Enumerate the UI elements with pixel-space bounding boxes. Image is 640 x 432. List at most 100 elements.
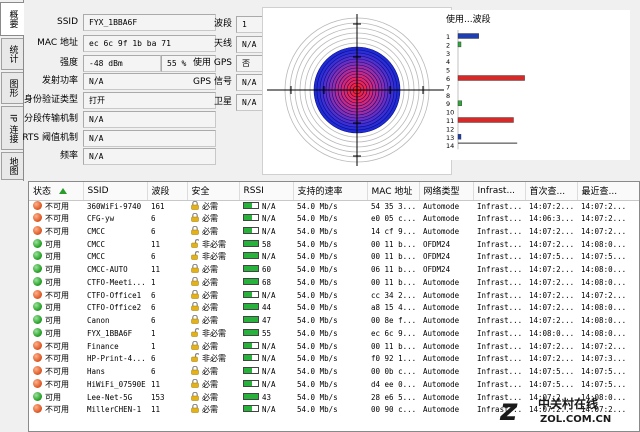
channel-text: 153 [151,392,165,402]
ssid-text: CMCC [87,239,106,249]
last-seen-text: 14:07:2... [581,341,627,351]
table-row[interactable]: 可用 CMCC 11 非必需 58 54.0 Mb/s 00 11 b... OFDM24 In… [29,238,639,251]
column-header[interactable]: 波段 [147,182,188,201]
security-cell: 必需 [187,264,239,277]
last-seen-cell: 14:07:5... [577,366,639,379]
table-row[interactable]: 可用 CTFO-Office2 6 必需 44 54.0 Mb/s a8 15 4... Au… [29,302,639,315]
lock-icon [191,276,199,286]
status-unavailable-icon [33,378,42,388]
column-header[interactable]: 首次查... [525,182,578,201]
rate-text: 54.0 Mb/s [297,265,338,275]
network-type-text: Automode [423,379,460,389]
security-cell: 必需 [187,213,239,226]
tab-map[interactable]: 地图 [1,152,23,180]
rssi-cell: N/A [239,366,293,379]
signal-radar-display [262,7,452,175]
infrastructure-text: Infrast... [477,316,523,326]
network-type-text: Automode [423,341,460,351]
status-unavailable-icon [33,213,42,223]
status-text: 不可用 [45,405,69,415]
last-seen-text: 14:08:0... [581,392,627,402]
status-available-icon [33,327,42,337]
tab-statistics[interactable]: 统计 [1,38,23,70]
status-cell: 可用 [29,302,83,315]
security-cell: 必需 [187,200,239,213]
tab-overview[interactable]: 概要 [0,2,24,36]
table-row[interactable]: 不可用 CTFO-Office1 6 必需 N/A 54.0 Mb/s cc 34 2...… [29,289,639,302]
table-row[interactable]: 可用 CMCC 6 非必需 N/A 54.0 Mb/s 00 11 b... OFDM24 In… [29,251,639,264]
status-available-icon [33,251,42,261]
column-header[interactable]: 支持的速率 [293,182,368,201]
column-header[interactable]: 网络类型 [419,182,474,201]
network-type-cell: OFDM24 [419,264,473,277]
first-seen-cell: 14:06:3... [525,213,577,226]
column-header[interactable]: 最近查... [577,182,639,201]
ssid-cell: CTFO-Office2 [83,302,147,315]
ssid-text: CMCC [87,252,106,262]
channel-text: 11 [151,379,161,389]
column-header[interactable]: 状态 [29,182,84,201]
table-row[interactable]: 不可用 CMCC 6 必需 N/A 54.0 Mb/s 14 cf 9... Automode… [29,225,639,239]
rate-text: 54.0 Mb/s [297,405,338,415]
signal-bar-icon [243,379,259,387]
channel-text: 6 [151,214,156,224]
table-row[interactable]: 不可用 HiWiFi_07590E 11 必需 N/A 54.0 Mb/s d4 ee 0.… [29,378,639,392]
network-type-text: OFDM24 [423,265,451,275]
mac-text: 00 11 b... [371,252,417,262]
ssid-cell: Hans [83,366,147,379]
table-row[interactable]: 可用 Canon 6 必需 47 54.0 Mb/s 00 8e f... Automode I… [29,315,639,328]
status-unavailable-icon [33,404,42,414]
table-row[interactable]: 不可用 360WiFi-9740 161 必需 N/A 54.0 Mb/s 54 35 3.… [29,200,639,213]
table-row[interactable]: 不可用 HP-Print-4... 6 非必需 N/A 54.0 Mb/s f0 92 1.… [29,353,639,366]
status-cell: 可用 [29,391,83,404]
security-text: 必需 [202,392,218,402]
ssid-text: Lee-Net-5G [87,392,133,402]
security-text: 非必需 [202,239,226,249]
table-row[interactable]: 不可用 Hans 6 必需 N/A 54.0 Mb/s 00 0b c... Automode… [29,366,639,379]
table-row[interactable]: 可用 CMCC-AUTO 11 必需 60 54.0 Mb/s 06 11 b... OFDM… [29,264,639,277]
security-cell: 必需 [187,276,239,290]
table-row[interactable]: 可用 FYX_1BBA6F 1 非必需 55 54.0 Mb/s ec 6c 9... Aut… [29,327,639,341]
rssi-text: N/A [262,290,276,300]
network-type-cell: Automode [419,391,473,404]
column-header[interactable]: 安全 [187,182,240,201]
rate-cell: 54.0 Mb/s [293,251,367,264]
infrastructure-text: Infrast... [477,265,523,275]
first-seen-cell: 14:07:2... [525,340,577,353]
column-header[interactable]: MAC 地址 [367,182,420,201]
ssid-text: HP-Print-4... [87,354,146,364]
column-header-label: Infrast... [477,185,516,196]
ssid-text: 360WiFi-9740 [87,201,142,211]
vertical-tab-strip: 概要 统计 图形 IP 连接 地图 [0,0,24,181]
table-row[interactable]: 不可用 Finance 1 必需 N/A 54.0 Mb/s 00 11 b... Autom… [29,340,639,353]
fragmentation-label: 分段传输机制 [23,114,78,124]
security-text: 必需 [202,341,218,351]
channel-cell: 11 [147,238,187,251]
column-header[interactable]: RSSI [239,182,294,201]
rssi-cell: 68 [239,277,293,290]
security-text: 必需 [202,405,218,415]
table-row[interactable]: 不可用 MillerCHEN-1 11 必需 N/A 54.0 Mb/s 00 90 c..… [29,404,639,417]
rts-label: RTS 阈值机制 [22,133,78,143]
channel-cell: 6 [147,315,187,328]
column-header-label: 网络类型 [423,187,460,198]
status-text: 不可用 [45,379,69,389]
table-row[interactable]: 可用 CTFO-Meeti... 1 必需 68 54.0 Mb/s 00 11 b... A… [29,276,639,290]
column-header[interactable]: SSID [83,182,148,201]
lock-icon [191,366,199,375]
mac-text: 28 e6 5... [371,392,417,402]
column-header-label: 状态 [33,187,52,198]
mac-text: 00 11 b... [371,277,417,287]
channel-tick-label: 6 [446,75,450,83]
table-row[interactable]: 可用 Lee-Net-5G 153 必需 43 54.0 Mb/s 28 e6 5... Au… [29,391,639,404]
channel-tick-label: 5 [446,67,450,75]
channel-cell: 153 [147,391,187,404]
ssid-cell: Lee-Net-5G [83,391,147,404]
mac-cell: cc 34 2... [367,289,419,302]
network-list[interactable]: 状态 SSID 波段 安全 RSSI 支持的速率 MAC 地址 网络类型 Infrast... 首… [28,181,640,432]
last-seen-cell: 14:07:2... [577,200,639,213]
infrastructure-text: Infrast... [477,252,523,262]
table-row[interactable]: 不可用 CFG-yw 6 必需 N/A 54.0 Mb/s e0 05 c... Automo… [29,213,639,226]
infrastructure-cell: Infrast... [473,328,525,341]
column-header[interactable]: Infrast... [473,182,526,201]
